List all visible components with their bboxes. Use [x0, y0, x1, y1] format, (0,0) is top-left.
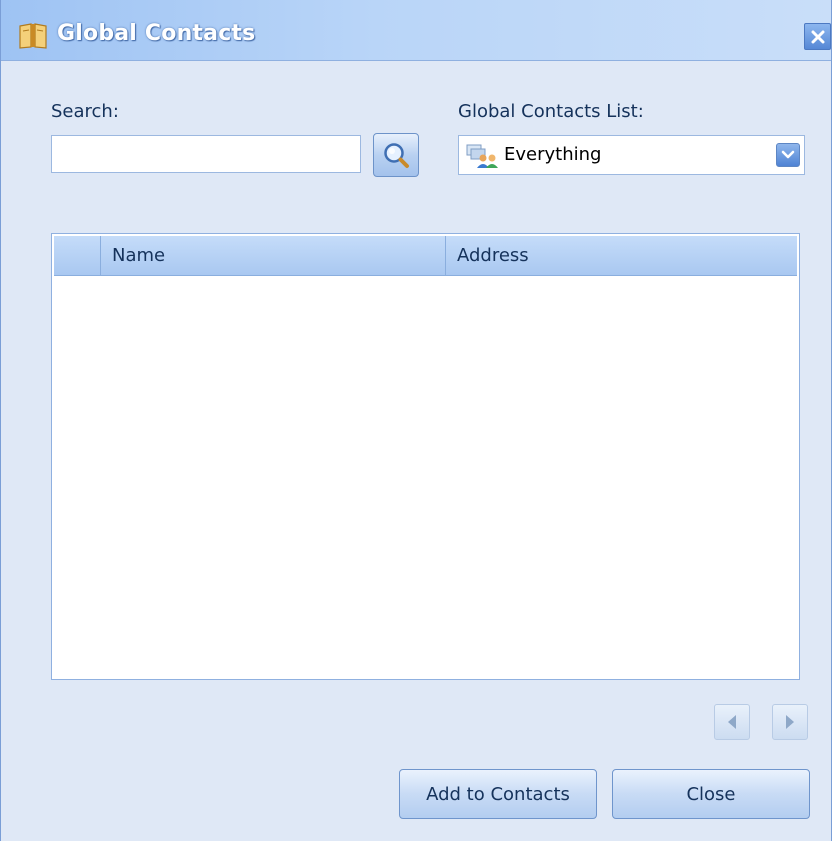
next-page-button[interactable] — [772, 704, 808, 740]
search-input[interactable] — [51, 135, 361, 173]
row-selector-header[interactable] — [54, 236, 101, 275]
contacts-list-label: Global Contacts List: — [458, 101, 644, 122]
arrow-right-icon — [786, 715, 794, 729]
global-contacts-dialog: Global Contacts Search: Global Contacts … — [0, 0, 832, 841]
close-window-button[interactable] — [804, 23, 831, 50]
book-icon — [19, 23, 47, 49]
previous-page-button[interactable] — [714, 704, 750, 740]
contacts-list-select[interactable]: Everything — [458, 135, 805, 175]
column-header-address[interactable]: Address — [446, 236, 799, 275]
contacts-group-icon — [466, 144, 498, 168]
arrow-left-icon — [728, 715, 736, 729]
contacts-grid[interactable]: Name Address — [51, 233, 800, 680]
search-button[interactable] — [373, 133, 419, 177]
column-header-name[interactable]: Name — [101, 236, 446, 275]
chevron-down-icon — [781, 150, 795, 159]
title-bar[interactable]: Global Contacts — [1, 0, 831, 61]
add-to-contacts-button[interactable]: Add to Contacts — [399, 769, 597, 819]
close-icon — [811, 30, 824, 43]
close-button[interactable]: Close — [612, 769, 810, 819]
grid-header: Name Address — [54, 236, 797, 276]
search-label: Search: — [51, 101, 119, 122]
window-title: Global Contacts — [57, 21, 256, 46]
contacts-list-value: Everything — [504, 144, 602, 165]
magnifier-icon — [384, 143, 409, 168]
dropdown-button[interactable] — [776, 143, 800, 167]
